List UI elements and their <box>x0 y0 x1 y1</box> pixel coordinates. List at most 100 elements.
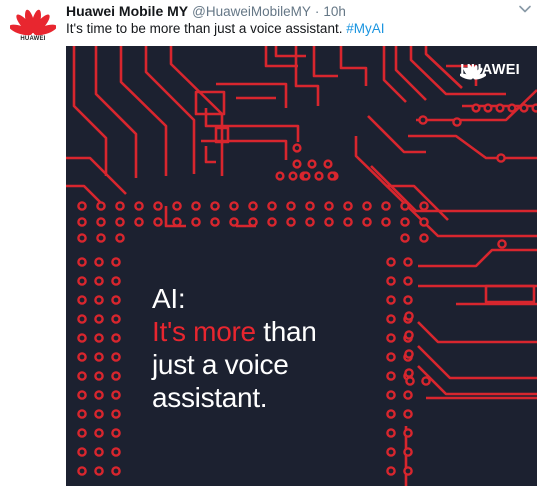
circuit-pad <box>483 103 493 113</box>
circuit-pad <box>418 115 428 125</box>
circuit-pad <box>403 276 413 286</box>
circuit-pad <box>404 349 414 359</box>
circuit-trace <box>370 165 537 213</box>
circuit-pad <box>111 409 121 419</box>
circuit-pad <box>419 201 429 211</box>
circuit-pad <box>362 201 372 211</box>
headline-line-2: It's more than <box>152 315 317 348</box>
circuit-pad <box>172 201 182 211</box>
circuit-pad <box>77 314 87 324</box>
circuit-pad <box>94 447 104 457</box>
circuit-pad <box>210 201 220 211</box>
circuit-pad <box>111 466 121 476</box>
circuit-pad <box>386 352 396 362</box>
circuit-pad <box>267 217 277 227</box>
circuit-trace <box>66 156 127 195</box>
circuit-pad <box>471 103 481 113</box>
circuit-pad <box>305 217 315 227</box>
circuit-pad <box>403 390 413 400</box>
headline-line-1: AI: <box>152 283 186 314</box>
circuit-pad <box>248 217 258 227</box>
circuit-pad <box>403 447 413 457</box>
huawei-logo-icon <box>460 65 487 80</box>
circuit-pad <box>286 217 296 227</box>
hashtag-link[interactable]: #MyAI <box>346 21 384 36</box>
tweet-timestamp[interactable]: 10h <box>323 4 346 19</box>
circuit-pad <box>77 409 87 419</box>
user-handle[interactable]: @HuaweiMobileMY <box>192 4 311 19</box>
circuit-pad <box>307 159 317 169</box>
circuit-pad <box>115 217 125 227</box>
circuit-pad <box>77 390 87 400</box>
circuit-pad <box>507 103 517 113</box>
chevron-down-icon[interactable] <box>518 2 532 16</box>
media-headline: AI: It's more than just a voice assistan… <box>152 282 317 414</box>
circuit-pad <box>404 368 414 378</box>
circuit-pad <box>77 371 87 381</box>
circuit-trace <box>72 46 108 176</box>
tweet-body: It's time to be more than just a voice a… <box>66 21 343 36</box>
tweet-card[interactable]: HUAWEI Huawei Mobile MY @HuaweiMobileMY … <box>0 0 550 486</box>
circuit-trace <box>204 146 216 164</box>
circuit-pad <box>400 201 410 211</box>
avatar-wordmark: HUAWEI <box>20 36 46 42</box>
circuit-trace <box>417 345 537 380</box>
circuit-pad <box>381 217 391 227</box>
circuit-trace <box>417 365 537 396</box>
tweet-media-image[interactable]: HUAWEI AI: It's more than just a voice a… <box>66 46 537 486</box>
circuit-pad <box>134 201 144 211</box>
circuit-pad <box>452 117 462 127</box>
display-name[interactable]: Huawei Mobile MY <box>66 3 188 19</box>
circuit-pad <box>111 314 121 324</box>
circuit-pad <box>497 239 507 249</box>
circuit-pad <box>77 333 87 343</box>
circuit-pad <box>94 371 104 381</box>
circuit-pad <box>403 409 413 419</box>
tweet-text: It's time to be more than just a voice a… <box>66 21 385 36</box>
circuit-pad <box>191 201 201 211</box>
circuit-pad <box>404 330 414 340</box>
circuit-pad <box>386 295 396 305</box>
circuit-trace <box>418 248 537 268</box>
circuit-pad <box>115 233 125 243</box>
circuit-pad <box>94 352 104 362</box>
circuit-pad <box>381 201 391 211</box>
circuit-pad <box>153 201 163 211</box>
circuit-pad <box>403 428 413 438</box>
avatar[interactable]: HUAWEI <box>10 6 56 46</box>
circuit-pad <box>403 466 413 476</box>
circuit-pad <box>77 201 87 211</box>
circuit-pad <box>111 333 121 343</box>
circuit-trace <box>144 46 196 174</box>
circuit-pad <box>77 428 87 438</box>
circuit-pad <box>400 217 410 227</box>
circuit-pad <box>77 276 87 286</box>
huawei-logo-icon <box>10 9 56 36</box>
circuit-pad <box>519 103 529 113</box>
circuit-pad <box>386 428 396 438</box>
circuit-pad <box>134 217 144 227</box>
circuit-pad <box>172 217 182 227</box>
circuit-pad <box>77 233 87 243</box>
circuit-pad <box>77 257 87 267</box>
circuit-pad <box>229 201 239 211</box>
circuit-pad <box>386 276 396 286</box>
circuit-pad <box>324 217 334 227</box>
circuit-pad <box>111 447 121 457</box>
circuit-pad <box>286 201 296 211</box>
circuit-pad <box>267 201 277 211</box>
circuit-pad <box>94 314 104 324</box>
circuit-pad <box>400 233 410 243</box>
headline-line-3: just a voice <box>152 349 289 380</box>
circuit-trace <box>339 46 368 86</box>
circuit-pad <box>324 201 334 211</box>
circuit-pad <box>77 295 87 305</box>
circuit-pad <box>77 447 87 457</box>
circuit-pad <box>421 376 431 386</box>
circuit-pad <box>94 466 104 476</box>
circuit-pad <box>94 276 104 286</box>
circuit-board-illustration <box>66 46 537 486</box>
circuit-pad <box>111 276 121 286</box>
circuit-pad <box>111 390 121 400</box>
tweet-header: Huawei Mobile MY @HuaweiMobileMY · 10h <box>66 3 346 21</box>
